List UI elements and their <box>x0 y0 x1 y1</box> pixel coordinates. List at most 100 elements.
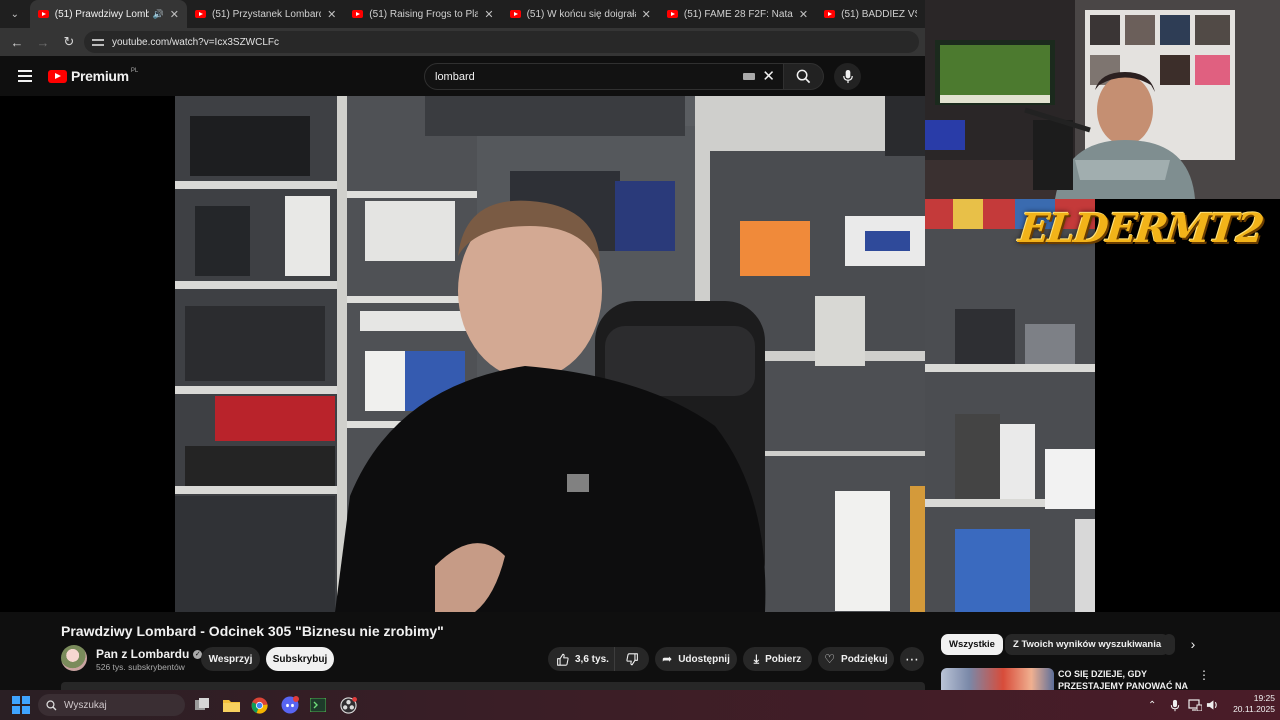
support-label: Wesprzyj <box>208 653 253 665</box>
task-view-icon[interactable] <box>192 695 212 715</box>
chip-from-search[interactable]: Z Twoich wyników wyszukiwania <box>1005 634 1170 655</box>
taskbar-search-placeholder: Wyszukaj <box>64 699 107 711</box>
channel-avatar[interactable] <box>61 645 87 671</box>
dislike-button[interactable] <box>615 652 649 666</box>
video-title: Prawdziwy Lombard - Odcinek 305 "Biznesu… <box>61 623 444 639</box>
thanks-button[interactable]: ♡ Podziękuj <box>818 647 894 671</box>
video-details: Prawdziwy Lombard - Odcinek 305 "Biznesu… <box>0 612 1280 692</box>
youtube-play-icon <box>48 69 67 83</box>
share-button[interactable]: ➦ Udostępnij <box>655 647 737 671</box>
thanks-heart-dollar-icon: ♡ <box>824 652 836 666</box>
youtube-favicon-icon <box>666 10 678 18</box>
obs-icon[interactable] <box>338 695 358 715</box>
subscribe-label: Subskrybuj <box>272 653 328 665</box>
share-arrow-icon: ➦ <box>662 652 673 666</box>
taskbar-search[interactable]: Wyszukaj <box>38 694 185 716</box>
chip-all-label: Wszystkie <box>949 639 995 650</box>
description-box-edge[interactable] <box>61 682 925 690</box>
video-frame[interactable] <box>175 96 925 612</box>
tab-3[interactable]: (51) W końcu się doigrałam - w ✕ <box>502 0 659 28</box>
chip-all[interactable]: Wszystkie <box>941 634 1003 655</box>
search-icon <box>46 699 57 710</box>
network-icon[interactable] <box>1188 690 1202 720</box>
recommended-thumbnail[interactable] <box>941 668 1054 690</box>
recommended-title[interactable]: CO SIĘ DZIEJE, GDY PRZESTAJEMY PANOWAĆ N… <box>1058 668 1188 692</box>
rec-title-line1: CO SIĘ DZIEJE, GDY <box>1058 669 1148 679</box>
support-button[interactable]: Wesprzyj <box>201 647 260 671</box>
like-button[interactable]: 3,6 tys. <box>548 647 615 671</box>
thanks-label: Podziękuj <box>841 653 888 665</box>
search-bar: lombard ✕ <box>424 63 861 90</box>
search-input[interactable]: lombard ✕ <box>424 63 784 90</box>
tab-search-chevron-icon[interactable]: ⌄ <box>4 3 26 25</box>
speaker-icon[interactable]: 🔊 <box>153 9 164 20</box>
recommended-more-icon[interactable]: ⋮ <box>1198 668 1210 682</box>
thumbs-down-icon <box>625 652 638 665</box>
screen: ⌄ (51) Prawdziwy Lombard - O 🔊 ✕ (51) Pr… <box>0 0 1280 720</box>
tab-2[interactable]: (51) Raising Frogs to Play Vide ✕ <box>344 0 501 28</box>
close-tab-icon[interactable]: ✕ <box>484 8 493 21</box>
url-text: youtube.com/watch?v=Icx3SZWCLFc <box>112 36 280 48</box>
download-icon: ⤓ <box>753 651 760 666</box>
taskbar-clock[interactable]: 19:25 20.11.2025 <box>1225 693 1275 715</box>
chip-partial[interactable] <box>1163 634 1175 655</box>
back-arrow-icon[interactable]: ← <box>6 31 28 53</box>
youtube-favicon-icon <box>37 10 49 18</box>
tab-title: (51) Prawdziwy Lombard - O <box>54 8 149 20</box>
search-button[interactable] <box>784 63 824 90</box>
like-count: 3,6 tys. <box>575 653 609 665</box>
chevron-right-icon[interactable]: › <box>1184 635 1202 653</box>
close-tab-icon[interactable]: ✕ <box>170 8 179 21</box>
menu-icon[interactable] <box>18 67 32 85</box>
logo-word: Premium <box>71 68 129 84</box>
tab-4[interactable]: (51) FAME 28 F2F: Natan Marco ✕ <box>659 0 816 28</box>
youtube-logo[interactable]: Premium PL <box>48 68 138 84</box>
voice-search-button[interactable] <box>834 63 861 90</box>
search-icon <box>796 69 811 84</box>
windows-start-icon[interactable] <box>12 696 30 714</box>
close-tab-icon[interactable]: ✕ <box>327 8 336 21</box>
tab-title: (51) BADDIEZ VS NATAL <box>841 8 917 20</box>
tab-1[interactable]: (51) Przystanek Lombard - Odc ✕ <box>187 0 344 28</box>
download-button[interactable]: ⤓ Pobierz <box>743 647 812 671</box>
youtube-favicon-icon <box>195 10 207 18</box>
browser-tabstrip: ⌄ (51) Prawdziwy Lombard - O 🔊 ✕ (51) Pr… <box>0 0 925 28</box>
microphone-icon <box>842 69 853 84</box>
youtube-favicon-icon <box>509 10 521 18</box>
youtube-favicon-icon <box>824 10 836 18</box>
clock-date: 20.11.2025 <box>1233 704 1275 714</box>
tab-5[interactable]: (51) BADDIEZ VS NATAL <box>816 0 925 28</box>
terminal-app-icon[interactable] <box>308 695 328 715</box>
stream-overlay-logo: ELDERMT2 <box>1016 205 1265 252</box>
keyboard-icon[interactable] <box>743 73 755 80</box>
channel-name: Pan z Lombardu <box>96 647 190 661</box>
site-settings-icon[interactable] <box>92 37 104 47</box>
streamer-webcam <box>925 0 1280 199</box>
microphone-tray-icon[interactable] <box>1170 690 1180 720</box>
more-actions-icon[interactable]: ⋯ <box>900 647 924 671</box>
show-hidden-icons-chevron-icon[interactable]: ⌃ <box>1148 690 1156 720</box>
chip-from-search-label: Z Twoich wyników wyszukiwania <box>1013 639 1162 650</box>
address-bar[interactable]: youtube.com/watch?v=Icx3SZWCLFc <box>84 31 919 53</box>
tab-title: (51) Przystanek Lombard - Odc <box>212 8 322 20</box>
discord-icon[interactable] <box>280 695 300 715</box>
subscribe-button[interactable]: Subskrybuj <box>266 647 334 671</box>
search-query: lombard <box>435 70 475 83</box>
video-player[interactable] <box>0 96 925 612</box>
channel-name-link[interactable]: Pan z Lombardu ✓ <box>96 647 203 661</box>
thumbs-up-icon <box>557 653 569 666</box>
forward-arrow-icon[interactable]: → <box>32 31 54 53</box>
tab-title: (51) W końcu się doigrałam - w <box>526 8 636 20</box>
close-tab-icon[interactable]: ✕ <box>642 8 651 21</box>
volume-icon[interactable] <box>1206 690 1219 720</box>
tab-title: (51) FAME 28 F2F: Natan Marco <box>683 8 793 20</box>
youtube-header: Premium PL lombard ✕ <box>0 56 925 96</box>
chrome-icon[interactable] <box>249 695 269 715</box>
reload-icon[interactable]: ↻ <box>58 31 80 53</box>
tab-0[interactable]: (51) Prawdziwy Lombard - O 🔊 ✕ <box>29 0 188 28</box>
webcam-image <box>925 0 1280 199</box>
youtube-favicon-icon <box>352 10 364 18</box>
close-tab-icon[interactable]: ✕ <box>799 8 808 21</box>
clear-search-icon[interactable]: ✕ <box>762 67 775 85</box>
file-explorer-icon[interactable] <box>221 695 241 715</box>
